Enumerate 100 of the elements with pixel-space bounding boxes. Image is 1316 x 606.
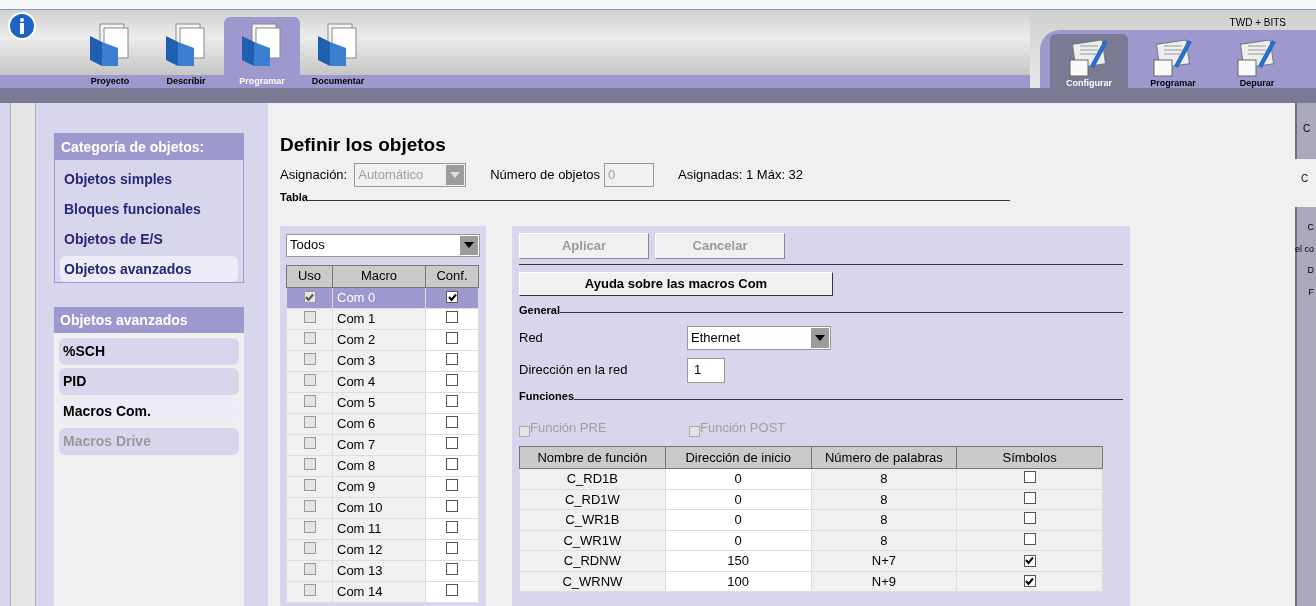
advanced-item[interactable]: Macros Com. [59,398,239,425]
checkbox[interactable] [446,394,458,407]
table-cell: Com 6 [332,413,426,434]
side-text: D [1307,264,1314,277]
macro-row[interactable]: Com 12 [286,539,479,560]
category-item[interactable]: Objetos simples [60,166,238,192]
macro-row[interactable]: Com 14 [286,581,479,602]
checkbox[interactable] [303,373,316,386]
column-header: Dirección de inicio [665,446,811,469]
table-cell: C_WRNW [519,571,666,592]
checkbox[interactable] [303,583,316,596]
address-field[interactable]: 1 [687,357,725,383]
mode-tab[interactable]: Depurar [1218,34,1296,88]
checkbox[interactable] [446,331,458,344]
checkbox[interactable] [446,541,458,554]
category-item[interactable]: Objetos de E/S [60,226,238,252]
checkbox[interactable] [446,436,458,449]
checkbox[interactable] [303,291,316,304]
macro-row[interactable]: Com 11 [286,518,479,539]
macro-row[interactable]: Com 2 [286,329,479,350]
checkbox[interactable] [303,520,316,533]
main-tab[interactable]: Documentar [300,17,376,88]
table-cell: Com 5 [332,392,426,413]
table-cell: Com 13 [332,560,426,581]
checkbox[interactable] [446,291,458,304]
checkbox[interactable] [303,499,316,512]
checkbox[interactable] [446,499,458,512]
field-label: Número de objetos [490,166,601,185]
macro-row[interactable]: Com 7 [286,434,479,455]
advanced-item[interactable]: %SCH [59,338,239,365]
checkbox[interactable] [1023,491,1036,504]
checkbox[interactable] [1023,532,1036,545]
dropdown-arrow-icon [464,242,474,248]
main-tab[interactable]: Describir [148,17,224,88]
table-cell: Com 12 [332,539,426,560]
column-header: Uso [286,265,333,287]
checkbox[interactable] [446,478,458,491]
field-label: Dirección en la red [519,361,629,380]
checkbox-label: Función POST [700,418,786,437]
checkbox[interactable] [446,373,458,386]
mode-tab[interactable]: Configurar [1050,34,1128,88]
folder-icon [88,22,132,68]
table-cell: Com 9 [332,476,426,497]
checkbox[interactable] [446,415,458,428]
assigned-info: Asignadas: 1 Máx: 32 [678,166,804,185]
checkbox-label: Función PRE [530,418,607,437]
column-header: Nombre de función [519,446,666,469]
checkbox[interactable] [446,562,458,575]
macro-row[interactable]: Com 6 [286,413,479,434]
table-cell: Com 3 [332,350,426,371]
macro-row[interactable]: Com 4 [286,371,479,392]
advanced-item[interactable]: PID [59,368,239,395]
dropdown-arrow-icon [815,335,825,341]
checkbox[interactable] [303,310,316,323]
macro-row[interactable]: Com 8 [286,455,479,476]
side-text: C [1307,221,1314,234]
checkbox[interactable] [446,457,458,470]
checkbox[interactable] [303,541,316,554]
checkbox[interactable] [303,457,316,470]
checkbox[interactable] [303,478,316,491]
table-cell: Com 0 [332,287,426,308]
checkbox[interactable] [1023,471,1036,483]
filter-dropdown[interactable]: Todos [286,233,480,257]
macro-row[interactable]: Com 1 [286,308,479,329]
macro-row[interactable]: Com 9 [286,476,479,497]
macro-row[interactable]: Com 10 [286,497,479,518]
category-item[interactable]: Bloques funcionales [60,196,238,222]
table-cell: Com 10 [332,497,426,518]
section-title: Funciones [519,389,574,404]
checkbox[interactable] [303,562,316,575]
checkbox[interactable] [303,352,316,365]
table-cell: Com 7 [332,434,426,455]
network-dropdown[interactable]: Ethernet [687,326,831,350]
table-cell: Com 14 [332,581,426,602]
table-cell: Com 1 [332,308,426,329]
side-text: F [1308,285,1314,299]
category-item[interactable]: Objetos avanzados [60,256,238,282]
checkbox[interactable] [303,436,316,449]
checkbox[interactable] [446,583,458,596]
checkbox[interactable] [1023,575,1036,587]
macro-row[interactable]: Com 13 [286,560,479,581]
column-header: Número de palabras [811,446,957,469]
checkbox[interactable] [1023,512,1036,524]
macro-row[interactable]: Com 3 [286,350,479,371]
checkbox[interactable] [303,394,316,407]
column-header: Símbolos [956,446,1103,469]
checkbox[interactable] [303,415,316,428]
column-header: Conf. [425,265,479,287]
info-icon[interactable] [8,12,36,40]
checkbox[interactable] [446,520,458,533]
checkbox[interactable] [446,352,458,365]
mode-tab[interactable]: Programar [1134,34,1212,88]
main-tab[interactable]: Proyecto [72,17,148,88]
help-button[interactable]: Ayuda sobre las macros Com [519,271,833,296]
checkbox[interactable] [1023,554,1036,567]
macro-row[interactable]: Com 5 [286,392,479,413]
table-cell: Com 2 [332,329,426,350]
folder-icon [240,22,284,68]
checkbox[interactable] [303,331,316,344]
checkbox[interactable] [446,310,458,323]
